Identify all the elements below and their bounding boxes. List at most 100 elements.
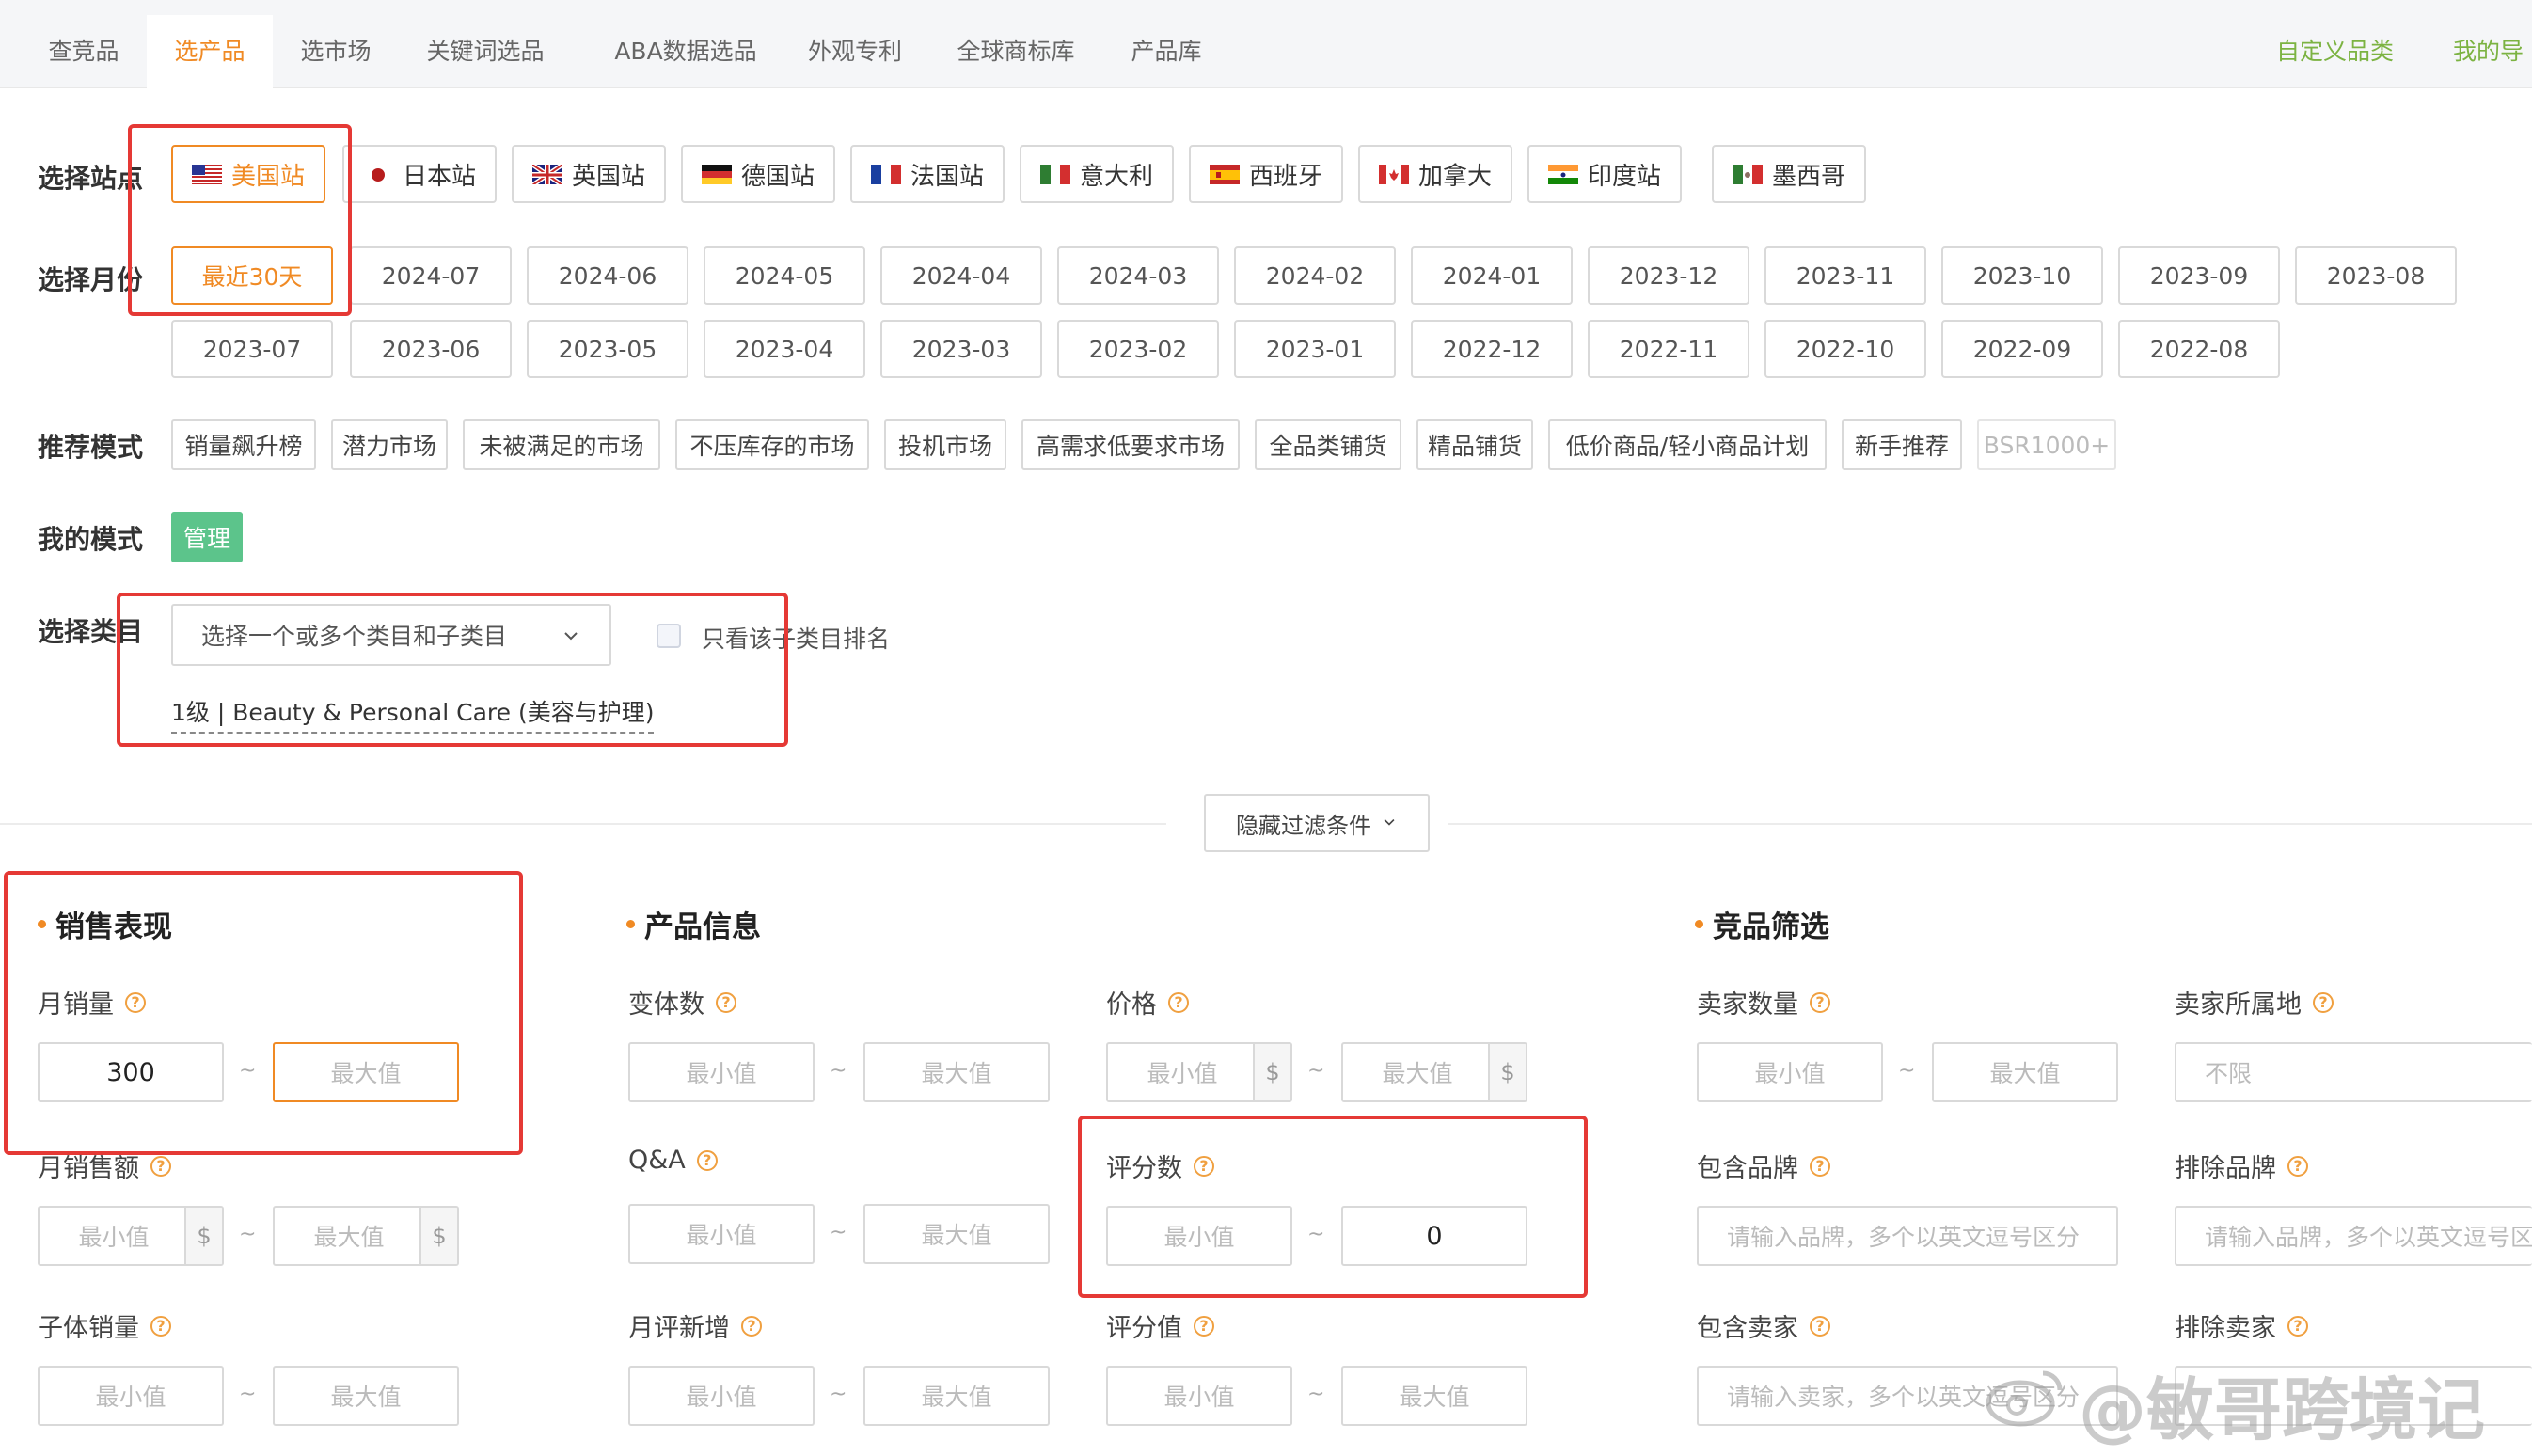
help-icon[interactable]: ? — [2313, 991, 2334, 1013]
month-button[interactable]: 2023-06 — [350, 320, 512, 378]
site-button-de[interactable]: 德国站 — [681, 145, 835, 203]
site-button-uk[interactable]: 英国站 — [512, 145, 666, 203]
month-button[interactable]: 2023-02 — [1057, 320, 1219, 378]
qa-min-input[interactable]: 最小值 — [628, 1204, 815, 1264]
month-button[interactable]: 2024-06 — [527, 246, 688, 305]
help-icon[interactable]: ? — [2287, 1315, 2308, 1337]
tab-product-library[interactable]: 产品库 — [1110, 15, 1223, 88]
field-label-text: 包含卖家 — [1697, 1314, 1798, 1343]
mode-button[interactable]: 新手推荐 — [1842, 419, 1962, 470]
site-button-ca[interactable]: 加拿大 — [1358, 145, 1512, 203]
month-button[interactable]: 2023-08 — [2295, 246, 2457, 305]
ca-flag-icon — [1378, 164, 1409, 184]
price-max-input[interactable]: 最大值 $ — [1341, 1042, 1527, 1102]
price-min-input[interactable]: 最小值 $ — [1106, 1042, 1292, 1102]
help-icon[interactable]: ? — [150, 1155, 171, 1177]
mode-button-bsr1000[interactable]: BSR1000+ — [1977, 419, 2116, 470]
help-icon[interactable]: ? — [1810, 1155, 1830, 1177]
child-sales-max-input[interactable]: 最大值 — [273, 1366, 459, 1426]
qa-label: Q&A ? — [628, 1146, 718, 1175]
exclude-brand-input[interactable]: 请输入品牌，多个以英文逗号区分 — [2175, 1206, 2532, 1266]
include-brand-input[interactable]: 请输入品牌，多个以英文逗号区分 — [1697, 1206, 2118, 1266]
month-button[interactable]: 2024-04 — [880, 246, 1042, 305]
child-sales-min-input[interactable]: 最小值 — [38, 1366, 224, 1426]
rating-max-input[interactable]: 最大值 — [1341, 1366, 1527, 1426]
highlight-box-site-month — [128, 124, 352, 316]
tab-select-product[interactable]: 选产品 — [147, 15, 273, 88]
mode-button[interactable]: 销量飙升榜 — [171, 419, 316, 470]
month-button[interactable]: 2024-03 — [1057, 246, 1219, 305]
tab-design-patent[interactable]: 外观专利 — [792, 15, 918, 88]
mode-button[interactable]: 投机市场 — [884, 419, 1006, 470]
mode-button[interactable]: 全品类铺货 — [1255, 419, 1401, 470]
seller-count-min-input[interactable]: 最小值 — [1697, 1042, 1883, 1102]
variants-max-input[interactable]: 最大值 — [863, 1042, 1050, 1102]
month-button[interactable]: 2023-07 — [171, 320, 333, 378]
month-button[interactable]: 2024-01 — [1411, 246, 1573, 305]
month-button[interactable]: 2024-07 — [350, 246, 512, 305]
monthly-new-reviews-max-input[interactable]: 最大值 — [863, 1366, 1050, 1426]
site-button-es[interactable]: 西班牙 — [1189, 145, 1343, 203]
variants-min-input[interactable]: 最小值 — [628, 1042, 815, 1102]
tab-competitor-lookup[interactable]: 查竞品 — [21, 15, 147, 88]
help-icon[interactable]: ? — [716, 991, 736, 1013]
section-title-text: 产品信息 — [644, 910, 761, 944]
mode-button[interactable]: 潜力市场 — [331, 419, 448, 470]
monthly-revenue-min-input[interactable]: 最小值 $ — [38, 1206, 224, 1266]
help-icon[interactable]: ? — [2287, 1155, 2308, 1177]
seller-location-select[interactable]: 不限 — [2175, 1042, 2532, 1102]
site-button-fr[interactable]: 法国站 — [850, 145, 1005, 203]
month-button[interactable]: 2024-05 — [704, 246, 865, 305]
month-button[interactable]: 2022-12 — [1411, 320, 1573, 378]
price-label: 价格 ? — [1106, 984, 1189, 1021]
help-icon[interactable]: ? — [1168, 991, 1189, 1013]
month-button[interactable]: 2022-08 — [2118, 320, 2280, 378]
month-button[interactable]: 2023-12 — [1588, 246, 1749, 305]
currency-unit: $ — [184, 1208, 222, 1264]
hide-filters-button[interactable]: 隐藏过滤条件 — [1204, 794, 1430, 852]
rating-min-input[interactable]: 最小值 — [1106, 1366, 1292, 1426]
mode-button[interactable]: 精品铺货 — [1416, 419, 1533, 470]
month-button[interactable]: 2024-02 — [1234, 246, 1396, 305]
tab-select-market[interactable]: 选市场 — [273, 15, 399, 88]
site-button-in[interactable]: 印度站 — [1527, 145, 1682, 203]
help-icon[interactable]: ? — [696, 1149, 718, 1171]
help-icon[interactable]: ? — [1810, 991, 1830, 1013]
tab-global-trademark[interactable]: 全球商标库 — [942, 15, 1089, 88]
month-button[interactable]: 2022-09 — [1941, 320, 2103, 378]
month-button[interactable]: 2023-05 — [527, 320, 688, 378]
site-button-it[interactable]: 意大利 — [1020, 145, 1174, 203]
mode-button[interactable]: 高需求低要求市场 — [1021, 419, 1240, 470]
field-label-text: 月评新增 — [628, 1314, 730, 1343]
month-button[interactable]: 2023-03 — [880, 320, 1042, 378]
custom-category-link[interactable]: 自定义品类 — [2276, 15, 2394, 88]
help-icon[interactable]: ? — [150, 1315, 171, 1337]
site-button-mx[interactable]: 墨西哥 — [1712, 145, 1866, 203]
seller-count-max-input[interactable]: 最大值 — [1932, 1042, 2118, 1102]
site-button-jp[interactable]: 日本站 — [342, 145, 497, 203]
mode-button[interactable]: 低价商品/轻小商品计划 — [1548, 419, 1827, 470]
my-export-link[interactable]: 我的导 — [2453, 15, 2524, 88]
exclude-seller-label: 排除卖家 ? — [2175, 1307, 2308, 1344]
help-icon[interactable]: ? — [1194, 1315, 1214, 1337]
tab-aba-selection[interactable]: ABA数据选品 — [583, 15, 788, 88]
seller-location-label: 卖家所属地 ? — [2175, 984, 2334, 1021]
manage-button[interactable]: 管理 — [171, 512, 243, 562]
month-button[interactable]: 2022-11 — [1588, 320, 1749, 378]
mode-button[interactable]: 不压库存的市场 — [675, 419, 869, 470]
month-button[interactable]: 2023-04 — [704, 320, 865, 378]
month-button[interactable]: 2023-10 — [1941, 246, 2103, 305]
field-label-text: 包含品牌 — [1697, 1154, 1798, 1183]
currency-unit: $ — [419, 1208, 457, 1264]
help-icon[interactable]: ? — [1810, 1315, 1830, 1337]
month-button[interactable]: 2023-11 — [1764, 246, 1926, 305]
month-button[interactable]: 2023-09 — [2118, 246, 2280, 305]
monthly-new-reviews-min-input[interactable]: 最小值 — [628, 1366, 815, 1426]
month-button[interactable]: 2022-10 — [1764, 320, 1926, 378]
month-button[interactable]: 2023-01 — [1234, 320, 1396, 378]
monthly-revenue-max-input[interactable]: 最大值 $ — [273, 1206, 459, 1266]
tab-keyword-selection[interactable]: 关键词选品 — [404, 15, 566, 88]
mode-button[interactable]: 未被满足的市场 — [463, 419, 660, 470]
qa-max-input[interactable]: 最大值 — [863, 1204, 1050, 1264]
help-icon[interactable]: ? — [741, 1315, 762, 1337]
